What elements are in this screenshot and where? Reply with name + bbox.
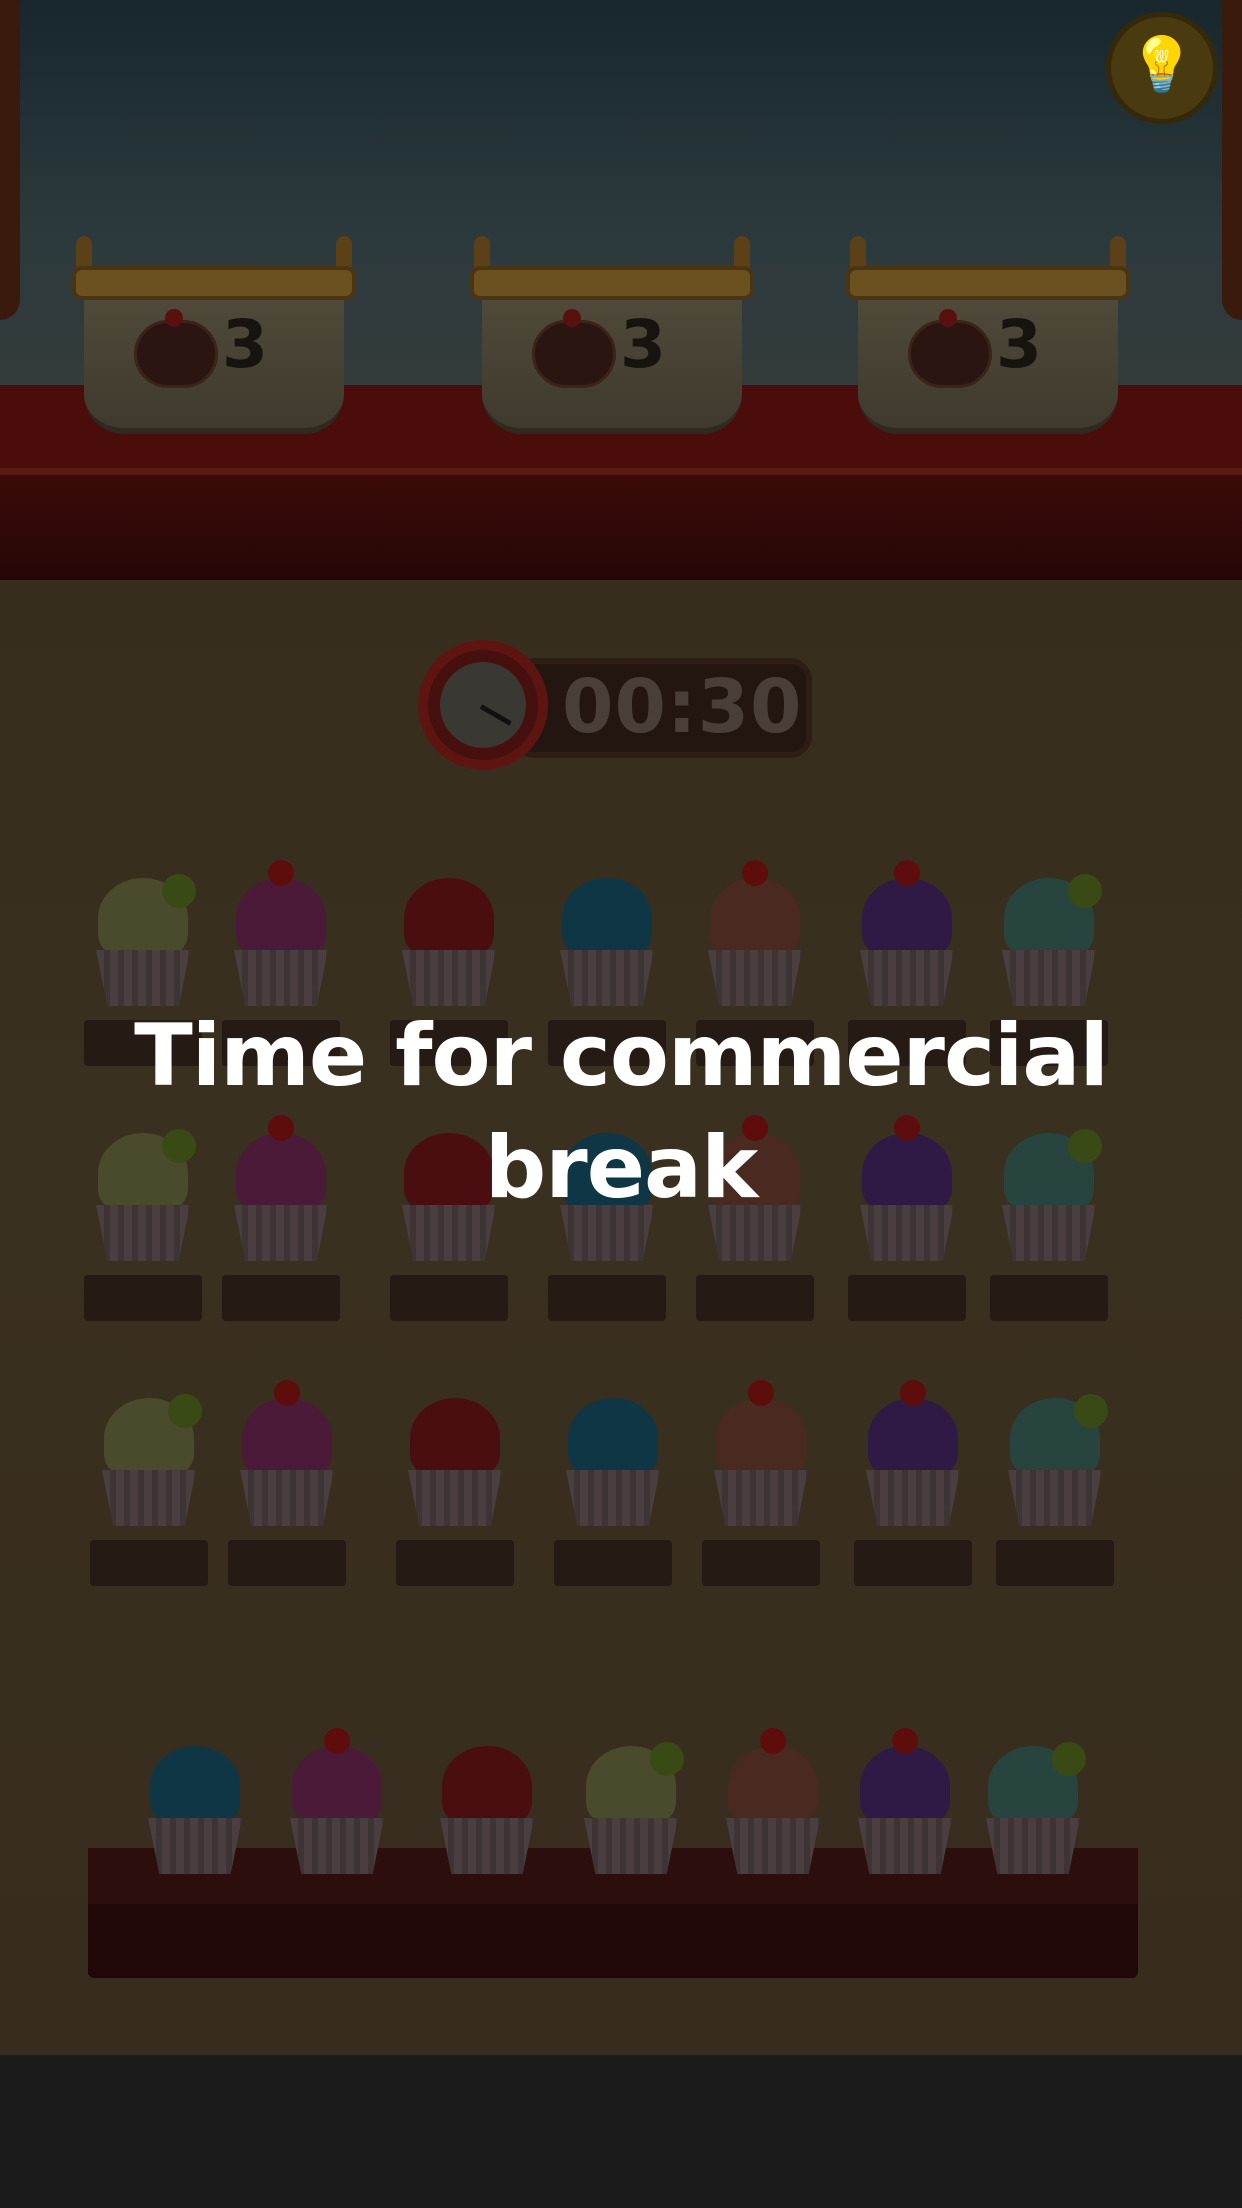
commercial-break-message: Time for commercial break	[120, 1000, 1122, 1224]
footer-bar	[0, 2055, 1242, 2208]
game-scene: 3 3 3 💡 00:30 Time for commercial break	[0, 0, 1242, 2055]
message-line-1: Time for commercial	[134, 1006, 1109, 1106]
message-line-2: break	[484, 1118, 759, 1218]
